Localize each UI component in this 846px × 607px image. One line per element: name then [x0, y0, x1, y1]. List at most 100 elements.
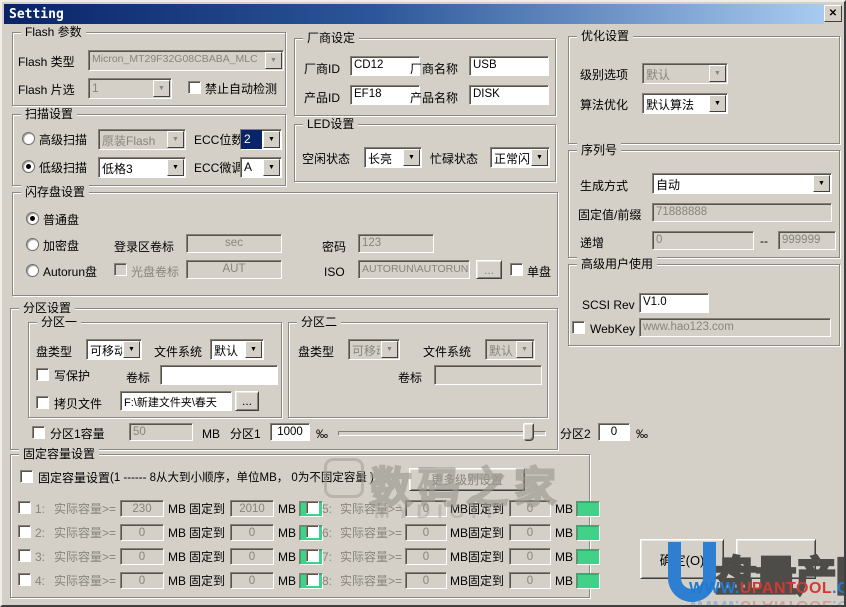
p1-permille-input[interactable]: 1000	[270, 423, 310, 441]
product-name-input[interactable]: DISK	[469, 85, 549, 105]
p1-fs-select[interactable]: 默认 ▼	[210, 339, 264, 360]
low-scan-radio[interactable]	[22, 160, 35, 173]
scsi-rev-input[interactable]: V1.0	[639, 293, 709, 313]
cap-row-6-status-indicator	[576, 525, 600, 541]
serial-fixed-input[interactable]: 71888888	[652, 203, 832, 222]
vendor-name-input[interactable]: USB	[469, 56, 549, 76]
chevron-down-icon[interactable]: ▼	[709, 65, 726, 82]
cap-row-5-actual-input[interactable]: 0	[405, 500, 447, 517]
chevron-down-icon[interactable]: ▼	[813, 175, 830, 192]
cap-row-7-actual-input[interactable]: 0	[405, 548, 447, 565]
chevron-down-icon[interactable]: ▼	[263, 131, 280, 148]
adv-scan-radio[interactable]	[22, 132, 35, 145]
cap-row-4-actual-input[interactable]: 0	[120, 572, 164, 589]
cd-volume-checkbox[interactable]	[114, 263, 127, 276]
cap-row-2-actual-input[interactable]: 0	[120, 524, 164, 541]
iso-path-input[interactable]: AUTORUN\AUTORUN	[358, 260, 470, 279]
password-input[interactable]: 123	[358, 234, 434, 253]
cap-row-8-fixed-input[interactable]: 0	[509, 572, 551, 589]
ok-button[interactable]: 确定(O)	[640, 539, 724, 579]
p1-type-select[interactable]: 可移动 ▼	[86, 339, 142, 360]
chevron-down-icon[interactable]: ▼	[167, 159, 184, 176]
iso-browse-button[interactable]: ...	[476, 260, 502, 279]
cd-volume-input[interactable]: AUT	[186, 260, 282, 279]
login-volume-input[interactable]: sec	[186, 234, 282, 253]
chevron-down-icon[interactable]: ▼	[531, 149, 548, 166]
group-title-fixed-capacity: 固定容量设置	[19, 447, 99, 462]
chevron-down-icon[interactable]: ▼	[709, 95, 726, 112]
cap-row-6-actual-input[interactable]: 0	[405, 524, 447, 541]
chevron-down-icon[interactable]: ▼	[265, 52, 282, 69]
title-bar[interactable]: Setting	[4, 4, 824, 24]
cap-row-4-fixed-input[interactable]: 0	[230, 572, 274, 589]
more-levels-button[interactable]: 更多级别设置	[409, 468, 525, 491]
second-button[interactable]	[736, 539, 816, 579]
p1-capacity-checkbox[interactable]	[32, 426, 45, 439]
autorun-disk-radio[interactable]	[26, 264, 39, 277]
chevron-down-icon[interactable]: ▼	[123, 341, 140, 358]
chevron-down-icon[interactable]: ▼	[167, 131, 184, 148]
cap-row-3-actual-input[interactable]: 0	[120, 548, 164, 565]
disable-autodetect-checkbox[interactable]	[188, 81, 201, 94]
led-idle-select[interactable]: 长亮 ▼	[364, 147, 422, 168]
encrypt-disk-radio[interactable]	[26, 238, 39, 251]
chevron-down-icon[interactable]: ▼	[263, 159, 280, 176]
cap-row-5-checkbox[interactable]	[306, 501, 319, 514]
cap-row-1-fixed-input[interactable]: 2010	[230, 500, 274, 517]
cap-row-8-checkbox[interactable]	[306, 573, 319, 586]
cap-row-1-actual-input[interactable]: 230	[120, 500, 164, 517]
cap-row-3-checkbox[interactable]	[18, 549, 31, 562]
p2-permille-input[interactable]: 0	[598, 423, 630, 441]
cap-row-6-checkbox[interactable]	[306, 525, 319, 538]
cap-row-2-checkbox[interactable]	[18, 525, 31, 538]
partition-ratio-slider-track[interactable]	[338, 431, 546, 436]
p1-write-protect-checkbox[interactable]	[36, 368, 49, 381]
settings-dialog: Setting ✕ Flash 参数 扫描设置 闪存盘设置 厂商设定 LED设置…	[0, 0, 846, 607]
p1-capacity-input[interactable]: 50	[129, 423, 193, 441]
cap-row-4-checkbox[interactable]	[18, 573, 31, 586]
serial-gen-select[interactable]: 自动 ▼	[652, 173, 832, 194]
cap-row-5-fixed-input[interactable]: 0	[509, 500, 551, 517]
ecc-bits-select[interactable]: 2 ▼	[240, 129, 282, 150]
serial-inc-from-input[interactable]: 0	[652, 231, 754, 250]
p1-browse-button[interactable]: ...	[235, 391, 259, 411]
chevron-down-icon[interactable]: ▼	[153, 80, 170, 97]
low-scan-select[interactable]: 低格3 ▼	[98, 157, 186, 178]
opt-algo-select[interactable]: 默认算法 ▼	[642, 93, 728, 114]
close-icon[interactable]: ✕	[824, 5, 842, 22]
p2-fs-label: 文件系统	[423, 345, 471, 359]
p1-copy-files-checkbox[interactable]	[36, 396, 49, 409]
cap-row-3-fixed-input[interactable]: 0	[230, 548, 274, 565]
p1-copy-path-input[interactable]: F:\新建文件夹\春天	[120, 391, 232, 411]
cap-row-1-mb2: MB	[278, 502, 296, 516]
led-busy-value: 正常闪	[491, 148, 530, 167]
p2-fs-select[interactable]: 默认 ▼	[485, 339, 535, 360]
chevron-down-icon[interactable]: ▼	[403, 149, 420, 166]
flash-type-select[interactable]: Micron_MT29F32G08CBABA_MLC ▼	[88, 50, 284, 71]
opt-level-select[interactable]: 默认 ▼	[642, 63, 728, 84]
webkey-checkbox[interactable]	[572, 321, 585, 334]
single-disk-checkbox[interactable]	[510, 263, 523, 276]
normal-disk-radio[interactable]	[26, 212, 39, 225]
cap-row-6-fixed-input[interactable]: 0	[509, 524, 551, 541]
partition-ratio-slider-thumb[interactable]	[523, 423, 534, 441]
chevron-down-icon[interactable]: ▼	[245, 341, 262, 358]
cap-row-1-checkbox[interactable]	[18, 501, 31, 514]
chevron-down-icon[interactable]: ▼	[516, 341, 533, 358]
flash-cs-select[interactable]: 1 ▼	[88, 78, 172, 99]
led-busy-select[interactable]: 正常闪 ▼	[490, 147, 550, 168]
cap-row-2-fixed-input[interactable]: 0	[230, 524, 274, 541]
cap-row-7-fixed-input[interactable]: 0	[509, 548, 551, 565]
chevron-down-icon[interactable]: ▼	[381, 341, 398, 358]
p2-type-select[interactable]: 可移动 ▼	[348, 339, 400, 360]
fixed-capacity-checkbox[interactable]	[20, 470, 33, 483]
ecc-tune-select[interactable]: A ▼	[240, 157, 282, 178]
serial-inc-to-input[interactable]: 999999	[778, 231, 836, 250]
webkey-input[interactable]: www.hao123.com	[639, 318, 831, 337]
p1-volume-input[interactable]	[160, 365, 278, 385]
adv-scan-select[interactable]: 原装Flash ▼	[98, 129, 186, 150]
cap-row-8-actual-input[interactable]: 0	[405, 572, 447, 589]
cap-row-7-status-indicator	[576, 549, 600, 565]
cap-row-7-checkbox[interactable]	[306, 549, 319, 562]
p2-volume-input[interactable]	[434, 365, 542, 385]
